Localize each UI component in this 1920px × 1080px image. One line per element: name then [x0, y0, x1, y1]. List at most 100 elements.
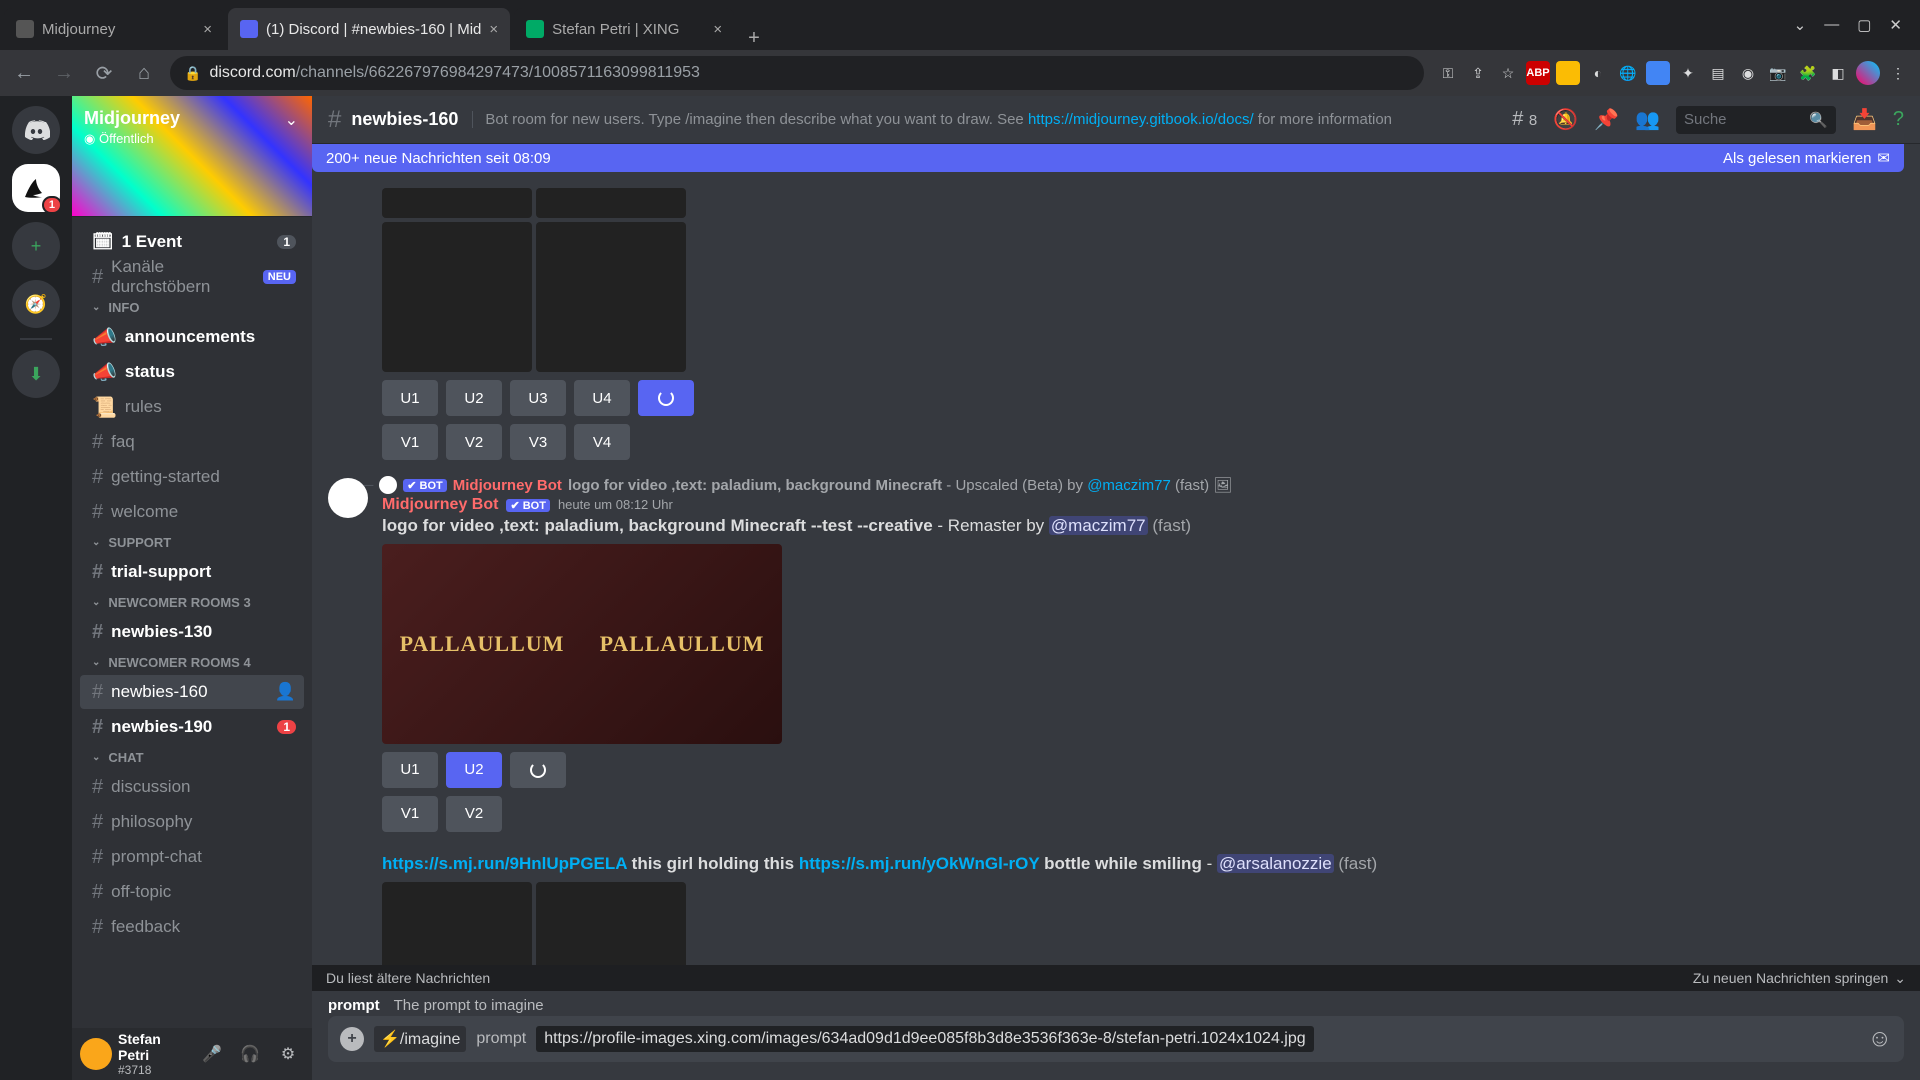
link[interactable]: https://s.mj.run/9HnlUpPGELA — [382, 854, 627, 873]
image-grid[interactable] — [382, 188, 686, 372]
channel-philosophy[interactable]: #philosophy — [80, 805, 304, 839]
attach-button[interactable]: + — [340, 1027, 364, 1051]
image-cell[interactable] — [382, 222, 532, 372]
sidepanel-icon[interactable]: ◧ — [1826, 61, 1850, 85]
category-newcomer-3[interactable]: ⌄NEWCOMER ROOMS 3 — [80, 590, 304, 614]
home-button[interactable]: ⌂ — [130, 59, 158, 87]
profile-avatar[interactable] — [1856, 61, 1880, 85]
channel-off-topic[interactable]: #off-topic — [80, 875, 304, 909]
v2-button[interactable]: V2 — [446, 424, 502, 460]
help-icon[interactable]: ? — [1893, 108, 1904, 131]
chevron-down-icon[interactable]: ⌄ — [1794, 16, 1807, 34]
tab-0[interactable]: Midjourney × — [4, 8, 224, 50]
u2-button[interactable]: U2 — [446, 380, 502, 416]
mention[interactable]: @arsalanozzie — [1217, 854, 1334, 873]
ext-icon[interactable]: ✦ — [1676, 61, 1700, 85]
maximize-icon[interactable]: ▢ — [1857, 16, 1871, 34]
image-grid[interactable] — [382, 882, 686, 965]
older-messages-bar[interactable]: Du liest ältere Nachrichten Zu neuen Nac… — [312, 965, 1920, 991]
channel-prompt-chat[interactable]: #prompt-chat — [80, 840, 304, 874]
u2-button[interactable]: U2 — [446, 752, 502, 788]
link[interactable]: https://s.mj.run/yOkWnGl-rOY — [799, 854, 1040, 873]
user-info[interactable]: Stefan Petri #3718 — [118, 1031, 190, 1077]
browse-channels[interactable]: # Kanäle durchstöbern NEU — [80, 260, 304, 294]
channel-welcome[interactable]: #welcome — [80, 495, 304, 529]
ext-blue-icon[interactable] — [1646, 61, 1670, 85]
menu-icon[interactable]: ⋮ — [1886, 61, 1910, 85]
address-bar[interactable]: 🔒 discord.com /channels/6622679769842974… — [170, 56, 1424, 90]
u4-button[interactable]: U4 — [574, 380, 630, 416]
members-icon[interactable]: 👥 — [1635, 107, 1660, 132]
globe-icon[interactable]: 🌐 — [1616, 61, 1640, 85]
v1-button[interactable]: V1 — [382, 424, 438, 460]
v3-button[interactable]: V3 — [510, 424, 566, 460]
v1-button[interactable]: V1 — [382, 796, 438, 832]
image-cell[interactable] — [382, 882, 532, 965]
user-avatar[interactable] — [80, 1038, 112, 1070]
channel-faq[interactable]: #faq — [80, 425, 304, 459]
new-tab-button[interactable]: + — [734, 27, 774, 50]
new-messages-bar[interactable]: 200+ neue Nachrichten seit 08:09 Als gel… — [312, 144, 1904, 172]
settings-icon[interactable]: ⚙ — [272, 1038, 304, 1070]
refresh-button[interactable] — [638, 380, 694, 416]
ext-icon[interactable]: ◐ — [1586, 61, 1610, 85]
minimize-icon[interactable]: — — [1824, 16, 1839, 34]
forward-button[interactable]: → — [50, 59, 78, 87]
mute-mic-icon[interactable]: 🎤 — [196, 1038, 228, 1070]
channel-feedback[interactable]: #feedback — [80, 910, 304, 944]
channel-rules[interactable]: 📜rules — [80, 390, 304, 424]
pins-icon[interactable]: 📌 — [1594, 107, 1619, 132]
topic-link[interactable]: https://midjourney.gitbook.io/docs/ — [1028, 111, 1254, 128]
reload-button[interactable]: ⟳ — [90, 59, 118, 87]
server-header[interactable]: Midjourney ◉ Öffentlich ⌄ — [72, 96, 312, 216]
tab-1[interactable]: (1) Discord | #newbies-160 | Mid × — [228, 8, 510, 50]
category-support[interactable]: ⌄SUPPORT — [80, 530, 304, 554]
mention[interactable]: @maczim77 — [1049, 516, 1148, 535]
v4-button[interactable]: V4 — [574, 424, 630, 460]
image-cell[interactable] — [382, 188, 532, 218]
notifications-icon[interactable]: 🔕 — [1553, 107, 1578, 132]
camera-icon[interactable]: 📷 — [1766, 61, 1790, 85]
search-input[interactable]: Suche 🔍 — [1676, 106, 1836, 134]
ext-icon[interactable]: ▤ — [1706, 61, 1730, 85]
emoji-picker-icon[interactable]: ☺ — [1867, 1025, 1892, 1053]
u3-button[interactable]: U3 — [510, 380, 566, 416]
channel-newbies-160[interactable]: #newbies-160👤 — [80, 675, 304, 709]
events-item[interactable]: 🗓 1 Event 1 — [80, 225, 304, 259]
puzzle-icon[interactable]: 🧩 — [1796, 61, 1820, 85]
server-midjourney[interactable]: 1 — [12, 164, 60, 212]
chevron-down-icon[interactable]: ⌄ — [285, 110, 298, 130]
message-input[interactable]: + ⚡/imagine prompt https://profile-image… — [328, 1016, 1904, 1062]
close-icon[interactable]: × — [203, 21, 212, 38]
refresh-button[interactable] — [510, 752, 566, 788]
close-icon[interactable]: × — [713, 21, 722, 38]
image-attachment[interactable]: PALLAULLUM PALLAULLUM — [382, 544, 782, 744]
inbox-icon[interactable]: 📥 — [1852, 107, 1877, 132]
message-scroll[interactable]: U1 U2 U3 U4 V1 V2 V3 V4 ┌─ ✔ BOT — [312, 172, 1920, 965]
image-cell[interactable] — [536, 882, 686, 965]
channel-newbies-190[interactable]: #newbies-1901 — [80, 710, 304, 744]
category-chat[interactable]: ⌄CHAT — [80, 745, 304, 769]
v2-button[interactable]: V2 — [446, 796, 502, 832]
author-name[interactable]: Midjourney Bot — [382, 496, 498, 514]
share-icon[interactable]: ⇪ — [1466, 61, 1490, 85]
deafen-icon[interactable]: 🎧 — [234, 1038, 266, 1070]
category-newcomer-4[interactable]: ⌄NEWCOMER ROOMS 4 — [80, 650, 304, 674]
channel-trial-support[interactable]: #trial-support — [80, 555, 304, 589]
mark-read-button[interactable]: Als gelesen markieren ✉ — [1723, 149, 1890, 167]
download-button[interactable]: ⬇ — [12, 350, 60, 398]
explore-button[interactable]: 🧭 — [12, 280, 60, 328]
threads-icon[interactable]: # 8 — [1512, 108, 1537, 131]
channel-announcements[interactable]: 📣announcements — [80, 320, 304, 354]
channel-status[interactable]: 📣status — [80, 355, 304, 389]
image-cell[interactable] — [536, 188, 686, 218]
close-window-icon[interactable]: ✕ — [1889, 16, 1902, 34]
category-info[interactable]: ⌄INFO — [80, 295, 304, 319]
close-icon[interactable]: × — [489, 21, 498, 38]
star-icon[interactable]: ☆ — [1496, 61, 1520, 85]
jump-button[interactable]: Zu neuen Nachrichten springen ⌄ — [1693, 970, 1906, 987]
channel-getting-started[interactable]: #getting-started — [80, 460, 304, 494]
channel-newbies-130[interactable]: #newbies-130 — [80, 615, 304, 649]
invite-icon[interactable]: 👤 — [275, 682, 296, 702]
u1-button[interactable]: U1 — [382, 752, 438, 788]
